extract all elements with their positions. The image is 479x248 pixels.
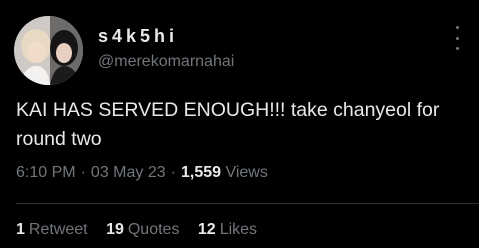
likes-count: 12 (197, 221, 216, 238)
author-display-name[interactable]: s4k5hi (98, 26, 178, 47)
more-dot (455, 36, 459, 40)
tweet-text: KAI HAS SERVED ENOUGH!!! take chanyeol f… (16, 99, 440, 150)
tweet-meta: 6:10 PM · 03 May 23 · 1,559 Views (16, 164, 268, 182)
author-avatar[interactable] (14, 16, 83, 85)
avatar-photo-icon (14, 16, 83, 85)
tweet-date[interactable]: 03 May 23 (91, 164, 166, 181)
quotes-label: Quotes (127, 221, 180, 238)
more-dot (455, 47, 459, 50)
retweets-stat[interactable]: 1 Retweet (16, 221, 88, 239)
retweets-label: Retweet (28, 221, 88, 238)
likes-label: Likes (219, 221, 258, 238)
views-label: Views (225, 164, 268, 181)
more-options-icon[interactable] (449, 26, 465, 50)
views-count: 1,559 (180, 164, 222, 181)
author-handle[interactable]: @merekomarnahai (98, 53, 234, 71)
divider (16, 203, 479, 204)
retweets-count: 1 (16, 221, 25, 238)
tweet-stats: 1 Retweet 19 Quotes 12 Likes (16, 221, 271, 239)
quotes-count: 19 (106, 221, 124, 238)
meta-separator: · (80, 164, 86, 181)
tweet-time[interactable]: 6:10 PM (16, 164, 76, 181)
more-dot (455, 26, 459, 29)
quotes-stat[interactable]: 19 Quotes (106, 221, 179, 239)
meta-separator: · (170, 164, 176, 181)
tweet-card: s4k5hi @merekomarnahai KAI HAS SERVED EN… (0, 0, 479, 248)
likes-stat[interactable]: 12 Likes (198, 221, 257, 239)
